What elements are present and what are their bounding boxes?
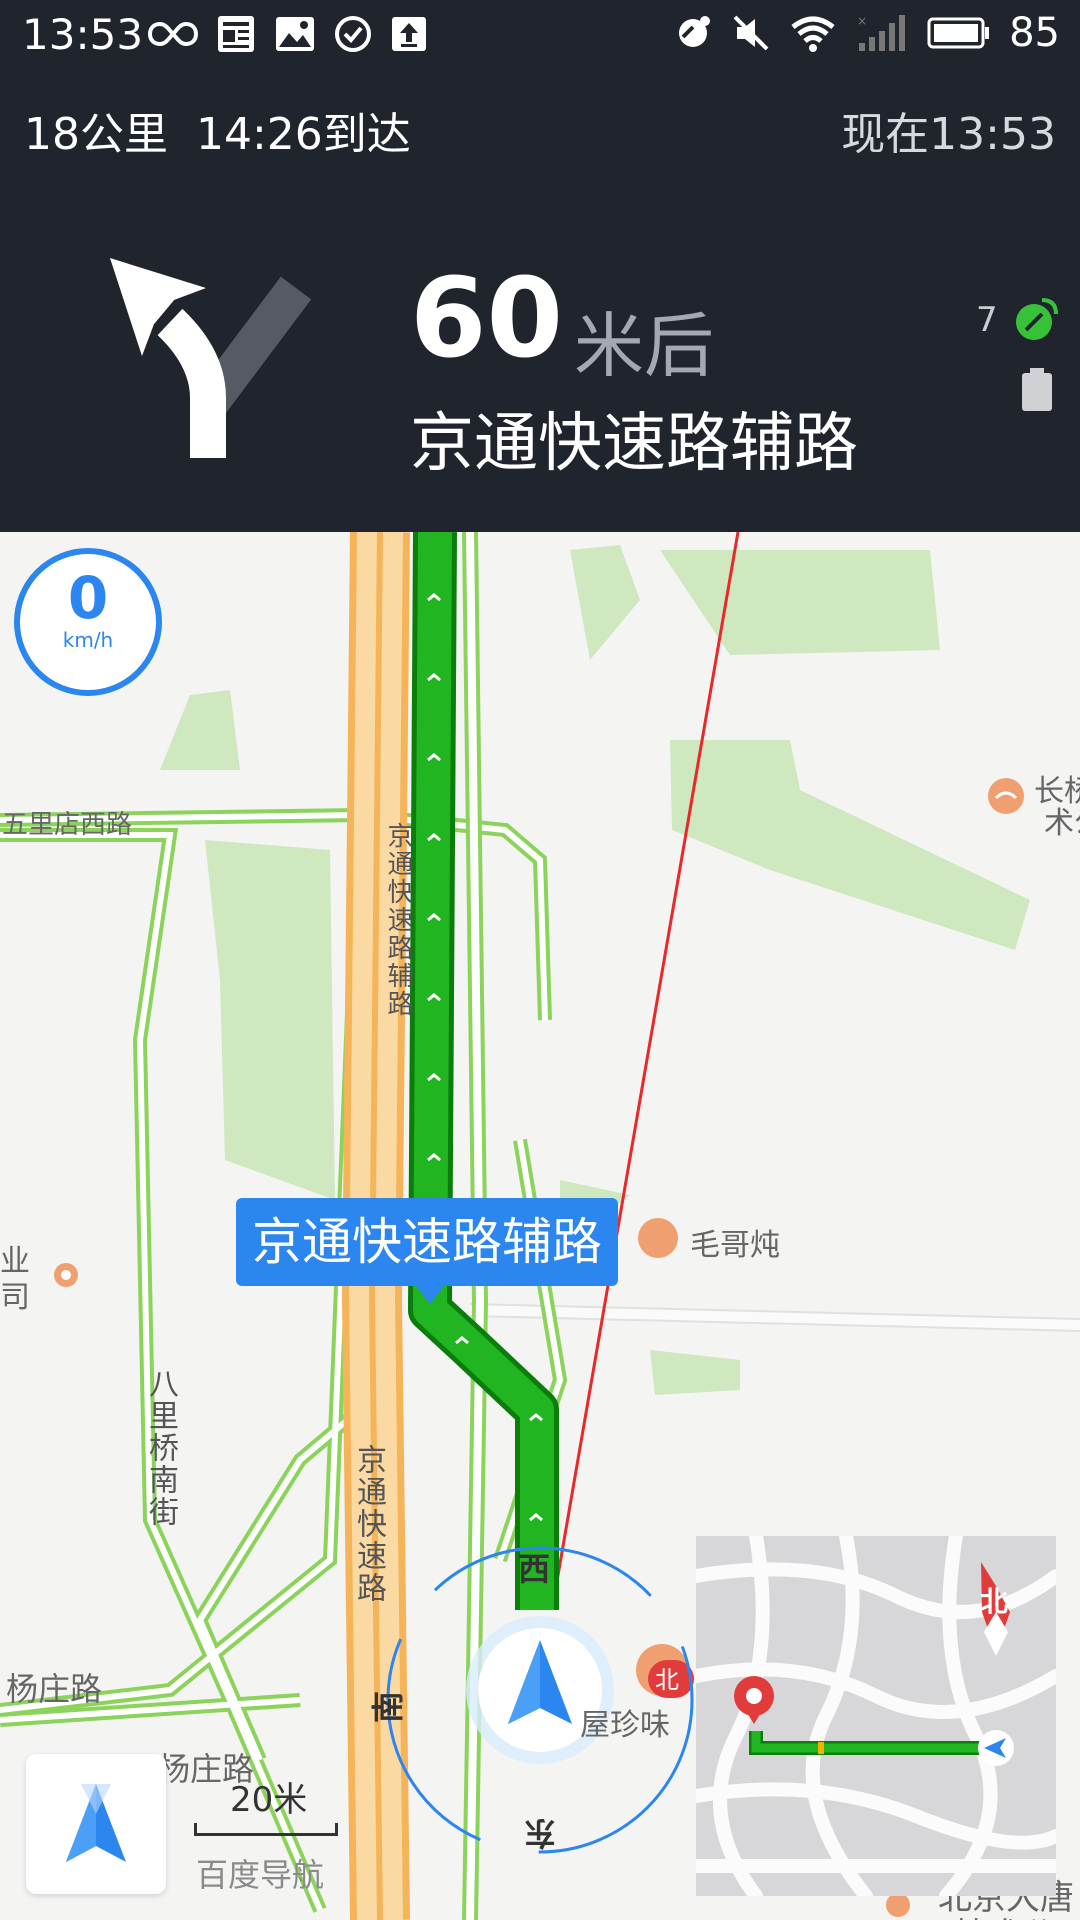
battery-level: 85 [1009, 10, 1060, 56]
status-time: 13:53 [22, 10, 144, 59]
system-icons: × 85 [673, 10, 1060, 56]
trip-summary: 18公里 14:26到达 [24, 109, 411, 160]
device-battery-icon [1022, 368, 1052, 411]
brand-label: 百度导航 [196, 1856, 325, 1894]
scale-label: 20米 [230, 1780, 308, 1820]
svg-text:北: 北 [655, 1666, 679, 1694]
rotation-icon [679, 16, 711, 47]
battery-icon [927, 17, 990, 49]
turn-distance-unit: 米后 [574, 305, 714, 387]
wifi-icon [791, 16, 835, 52]
turn-distance: 60 [410, 254, 564, 382]
current-time: 现在13:53 [841, 109, 1056, 160]
compass-west: 西 [518, 1550, 551, 1588]
map-label-yangzhuang-1: 杨庄路 [6, 1670, 103, 1708]
poi-beijing-2[interactable]: 技术公 [954, 1908, 1056, 1920]
current-road-tip: 京通快速路辅路 [236, 1198, 618, 1304]
overview-minimap[interactable]: 北 [696, 1536, 1056, 1896]
notification-icons [148, 14, 428, 54]
poi-changqiao-2[interactable]: 术公 [1044, 798, 1080, 842]
speed-value: 0 [67, 564, 109, 632]
navigation-arrow-icon [66, 1784, 126, 1862]
signal-icon: × [857, 14, 906, 51]
turn-left-icon [110, 258, 312, 458]
image-icon [276, 17, 314, 51]
svg-text:×: × [857, 14, 867, 28]
speed-unit: km/h [62, 628, 114, 652]
map-scale: 20米 [194, 1772, 338, 1836]
locate-button[interactable] [26, 1754, 166, 1894]
news-icon [218, 16, 254, 52]
compass-east: 东 [524, 1814, 557, 1852]
trip-bar: 18公里 14:26到达 现在13:53 [0, 76, 1080, 173]
map-label-jingtong: 京通快速路 [351, 1444, 386, 1604]
minimap-north: 北 [980, 1585, 1009, 1618]
poi-maoge[interactable]: 毛哥炖 [690, 1220, 780, 1264]
map-label-jingtong-side: 京通快速路辅路 [383, 822, 413, 1018]
gps-satellite-icon [1016, 298, 1058, 340]
status-bar: 13:53 × 85 [0, 0, 1080, 76]
speedometer: 0 km/h [14, 548, 162, 696]
next-road-name: 京通快速路辅路 [410, 407, 858, 481]
map-label-wulidian: 五里店西路 [2, 810, 133, 840]
guidance-panel[interactable]: 60 米后 京通快速路辅路 7 [0, 172, 1080, 532]
scale-bar [194, 1823, 338, 1836]
compass-south: 南 [369, 1690, 408, 1724]
poi-wuye-2[interactable]: 司 [0, 1272, 30, 1316]
upload-icon [392, 17, 426, 51]
check-circle-icon [335, 16, 371, 52]
gps-satellite-count: 7 [976, 300, 998, 340]
map-label-balizhuang: 八里桥南街 [143, 1368, 178, 1528]
poi-wuzhen[interactable]: 屋珍味 [580, 1700, 670, 1744]
infinity-icon [148, 21, 198, 47]
mute-icon [733, 15, 769, 51]
